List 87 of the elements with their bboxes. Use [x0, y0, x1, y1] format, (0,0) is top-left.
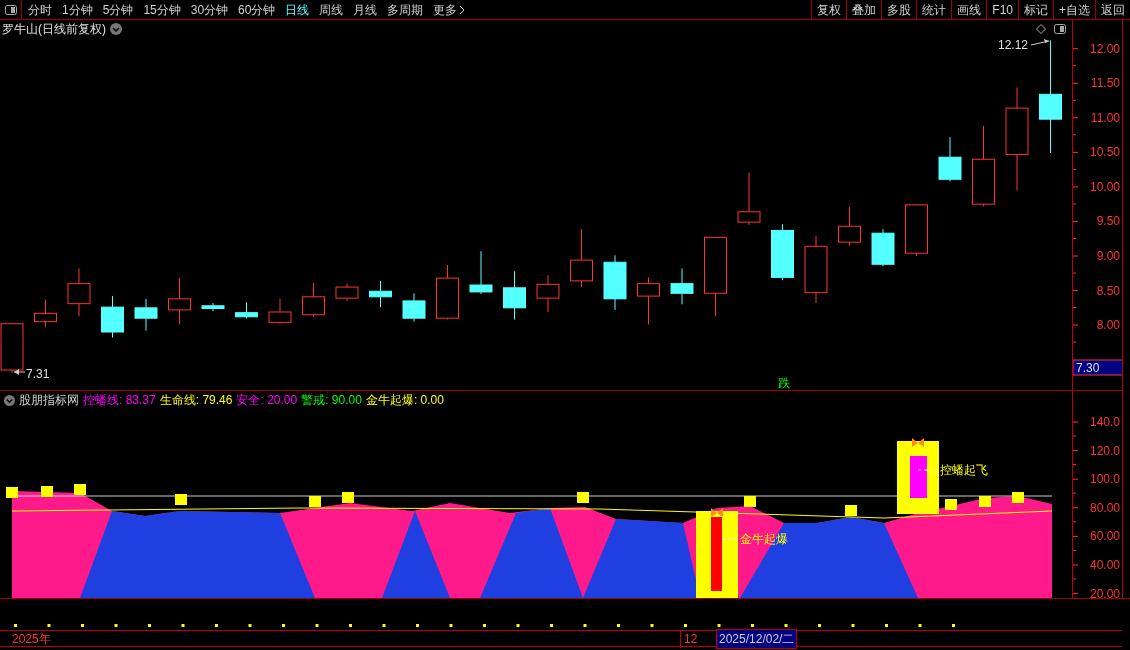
candlestick: [101, 295, 124, 339]
candlestick: [67, 267, 91, 317]
toolbar-button[interactable]: 返回: [1095, 0, 1130, 19]
panel-toggle-icon[interactable]: [1054, 24, 1066, 34]
toolbar-button[interactable]: 多股: [881, 0, 917, 19]
candlestick: [335, 283, 359, 302]
indicator-value: 警戒: 90.00: [301, 392, 362, 409]
candlestick: [637, 276, 660, 325]
indicator-axis-label: 80.00: [1089, 500, 1120, 515]
price-axis-label: 10.00: [1089, 179, 1120, 194]
indicator-axis-label: 140.0: [1089, 415, 1120, 429]
period-tab[interactable]: 60分钟: [238, 0, 276, 19]
candlestick: [402, 292, 426, 323]
candlestick: [201, 302, 225, 312]
indicator-value: 控蟠线: 83.37: [83, 392, 156, 409]
candlestick: [804, 235, 828, 304]
panel-toggle-icon[interactable]: [4, 4, 17, 15]
chart-title: 罗牛山(日线前复权): [2, 21, 106, 38]
signal-label: 金牛起爆: [740, 532, 788, 546]
candlestick: [168, 277, 191, 325]
indicator-name: 股朋指标网: [19, 392, 79, 409]
period-tab[interactable]: 15分钟: [143, 0, 181, 19]
year-label: 2025年: [11, 630, 52, 648]
pointer-arrow: [1030, 39, 1050, 46]
candlestick: [235, 301, 258, 319]
indicator-axis-label: 120.0: [1089, 443, 1120, 458]
indicator-value: 金牛起爆: 0.00: [365, 392, 444, 409]
candlestick: [503, 270, 526, 321]
price-axis-label: 11.00: [1090, 110, 1120, 125]
candlestick: [34, 299, 57, 328]
signal-label: 跌: [778, 376, 790, 390]
indicator-axis-label: 100.0: [1089, 472, 1120, 487]
dropdown-icon[interactable]: [110, 23, 122, 35]
chevron-right-icon: [459, 4, 466, 15]
candlestick: [670, 267, 694, 305]
indicator-value: 生命线: 79.46: [159, 392, 233, 409]
price-axis-label: 8.50: [1096, 283, 1120, 298]
candlestick: [536, 274, 560, 313]
toolbar-button[interactable]: 复权: [811, 0, 847, 19]
price-tag-label: 7.30: [1076, 361, 1100, 375]
period-tab[interactable]: 周线: [319, 0, 344, 19]
candlestick: [938, 136, 962, 182]
candlestick: [838, 206, 861, 247]
candlestick: [302, 282, 325, 318]
candlestick: [771, 223, 794, 281]
cursor-date-label: 2025/12/02/二: [716, 628, 798, 649]
price-axis-label: 12.00: [1089, 41, 1120, 56]
toolbar-button[interactable]: 标记: [1018, 0, 1053, 19]
period-tab[interactable]: 更多: [433, 0, 458, 19]
price-axis-label: 9.00: [1096, 249, 1120, 263]
candlestick: [268, 298, 292, 325]
indicator-axis-label: 60.00: [1089, 529, 1120, 544]
candlestick: [469, 250, 493, 295]
price-tag: [1073, 359, 1123, 376]
candlestick: [871, 228, 895, 267]
period-tab[interactable]: 分时: [28, 0, 52, 19]
candlestick: [737, 171, 761, 226]
signal-label: 控蟠起飞: [940, 463, 988, 477]
low-price-label: 7.31: [26, 367, 50, 381]
period-tab[interactable]: 多周期: [387, 0, 424, 19]
period-tab[interactable]: 5分钟: [102, 0, 134, 19]
candlestick: [436, 264, 459, 321]
indicator-value: 安全: 20.00: [236, 392, 298, 409]
price-axis-label: 9.50: [1096, 214, 1120, 229]
candlestick: [369, 280, 392, 308]
toolbar-button[interactable]: 叠加: [846, 0, 882, 19]
toolbar-button[interactable]: +自选: [1053, 0, 1095, 19]
price-axis-label: 10.50: [1089, 145, 1120, 160]
indicator-axis-label: 20.00: [1089, 586, 1120, 598]
period-tab[interactable]: 日线: [285, 0, 310, 19]
candlestick: [134, 298, 158, 332]
indicator-axis-label: 40.00: [1089, 558, 1120, 572]
period-tab[interactable]: 30分钟: [190, 0, 229, 19]
price-axis-label: 8.00: [1096, 318, 1120, 333]
candlestick: [603, 254, 627, 311]
dropdown-icon[interactable]: [4, 394, 15, 406]
period-tab[interactable]: 月线: [353, 0, 378, 19]
diamond-icon[interactable]: [1036, 24, 1046, 34]
high-price-label: 12.12: [998, 38, 1029, 52]
period-tab[interactable]: 1分钟: [62, 0, 93, 19]
toolbar-button[interactable]: 画线: [951, 0, 987, 19]
pointer-arrow: [13, 369, 26, 375]
toolbar-button[interactable]: 统计: [916, 0, 952, 19]
candlestick: [570, 228, 593, 288]
toolbar-button[interactable]: F10: [986, 0, 1018, 19]
price-axis-label: 11.50: [1090, 76, 1120, 91]
candlestick: [905, 204, 928, 257]
